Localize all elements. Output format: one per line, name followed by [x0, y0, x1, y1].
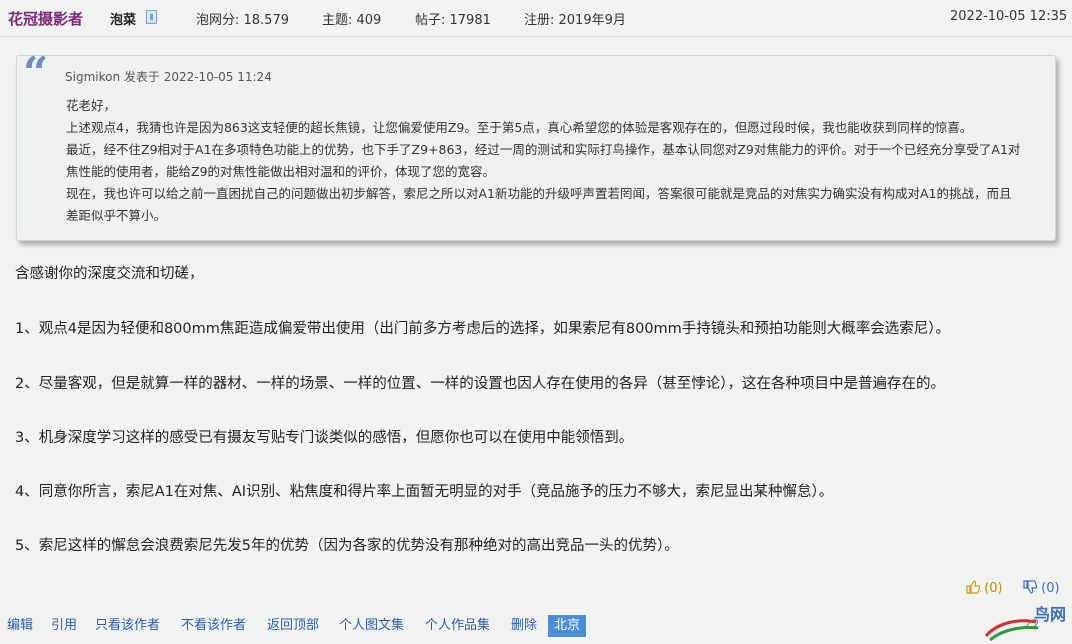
quote-author: Sigmikon 发表于 2022-10-05 11:24: [65, 70, 272, 84]
dislike-button[interactable]: (0): [1023, 580, 1060, 596]
like-button[interactable]: (0): [966, 580, 1003, 596]
user-score: 泡网分: 18.579: [196, 13, 289, 28]
reply-point: 1、观点4是因为轻便和800mm焦距造成偏爱带出使用（出门前多方考虑后的选择，如…: [15, 321, 951, 337]
post-timestamp: 2022-10-05 12:35: [950, 9, 1068, 24]
delete-link[interactable]: 删除: [511, 615, 537, 637]
quote-line: 焦性能的使用者，能给Z9的对焦性能做出相对温和的评价，体现了您的宽容。: [66, 164, 496, 179]
quote-line: 现在，我也许可以给之前一直困扰自己的问题做出初步解答，索尼之所以对A1新功能的升…: [66, 186, 1012, 201]
user-topics: 主题: 409: [322, 13, 382, 28]
quote-link[interactable]: 引用: [51, 615, 77, 637]
reply-point: 5、索尼这样的懈怠会浪费索尼先发5年的优势（因为各家的优势没有那种绝对的高出竞品…: [15, 538, 679, 554]
thumbs-up-icon: [966, 580, 980, 594]
reply-point: 4、同意你所言，索尼A1在对焦、AI识别、粘焦度和得片率上面暂无明显的对手（竞品…: [15, 484, 834, 500]
svg-text:鸟网: 鸟网: [1034, 605, 1066, 624]
quote-icon: “: [23, 48, 49, 99]
user-posts: 帖子: 17981: [415, 13, 491, 28]
personal-works-link[interactable]: 个人作品集: [425, 615, 490, 637]
only-author-link[interactable]: 只看该作者: [95, 615, 160, 637]
username[interactable]: 泡菜: [110, 9, 136, 28]
reply-point: 2、尽量客观，但是就算一样的器材、一样的场景、一样的位置、一样的设置也因人存在使…: [15, 376, 945, 392]
personal-albums-link[interactable]: 个人图文集: [339, 615, 404, 637]
reply-point: 3、机身深度学习这样的感受已有摄友写贴专门谈类似的感悟，但愿你也可以在使用中能领…: [15, 430, 634, 446]
post-actions: 编辑 引用 只看该作者 不看该作者 返回顶部 个人图文集 个人作品集 删除 北京: [0, 615, 700, 637]
post-header: 花冠摄影者 泡菜 泡网分: 18.579 主题: 409 帖子: 17981 注…: [0, 0, 1072, 37]
user-registered: 注册: 2019年9月: [524, 13, 626, 28]
quote-line: 上述观点4，我猜也许是因为863这支轻便的超长焦镜，让您偏爱使用Z9。至于第5点…: [66, 120, 973, 135]
edit-link[interactable]: 编辑: [7, 615, 33, 637]
hide-author-link[interactable]: 不看该作者: [181, 615, 246, 637]
quote-text: 花老好， 上述观点4，我猜也许是因为863这支轻便的超长焦镜，让您偏爱使用Z9。…: [66, 95, 1051, 227]
quote-block: “ Sigmikon 发表于 2022-10-05 11:24 花老好， 上述观…: [16, 48, 1056, 241]
forum-name[interactable]: 花冠摄影者: [8, 8, 83, 29]
thumbs-down-icon: [1023, 580, 1037, 594]
reply-greeting: 含感谢你的深度交流和切磋，: [15, 266, 204, 282]
site-watermark-logo: 鸟网: [984, 605, 1066, 642]
dislike-count: (0): [1041, 581, 1060, 596]
like-count: (0): [984, 581, 1003, 596]
quote-line: 花老好，: [66, 98, 117, 113]
user-card-icon[interactable]: [146, 10, 157, 24]
quote-line: 最近，经不住Z9相对于A1在多项特色功能上的优势，也下手了Z9+863，经过一周…: [66, 142, 1021, 157]
back-to-top-link[interactable]: 返回顶部: [267, 615, 319, 637]
location-badge[interactable]: 北京: [548, 615, 587, 637]
quote-line: 差距似乎不算小。: [66, 208, 167, 223]
